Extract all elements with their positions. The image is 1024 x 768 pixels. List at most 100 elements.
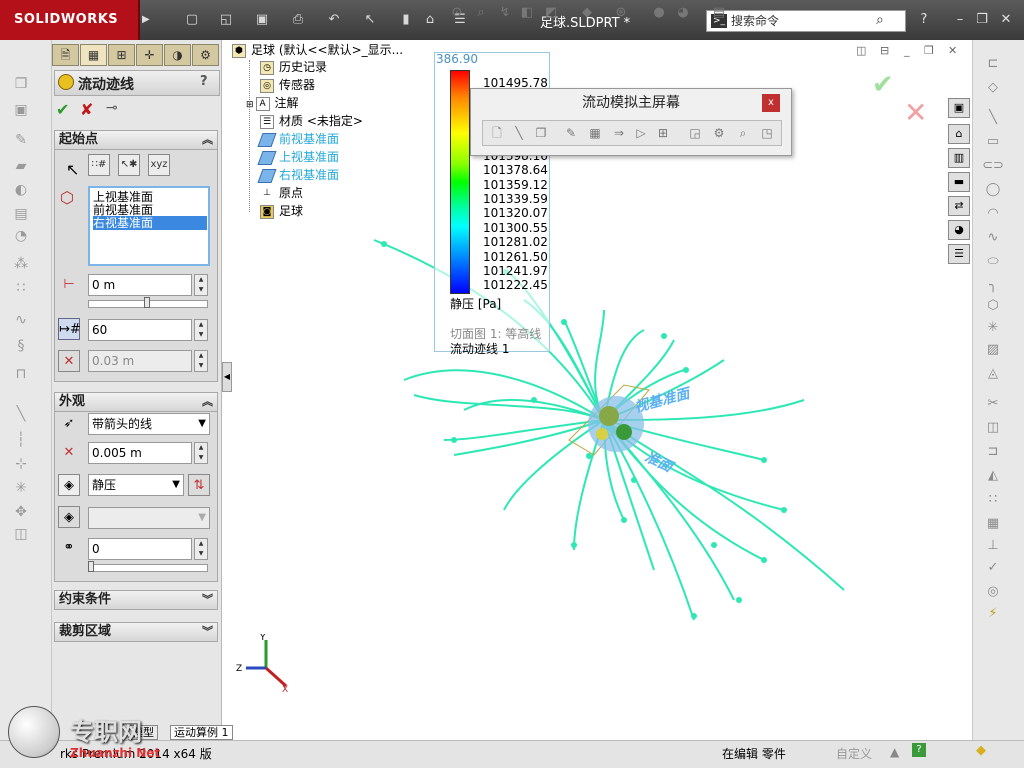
help-button[interactable]: ? xyxy=(200,74,208,89)
pattern-icon[interactable]: ⁂ xyxy=(12,256,30,272)
move-tool-icon[interactable]: ▦ xyxy=(982,516,1004,532)
explorer-tab-icon[interactable]: ▬ xyxy=(948,172,970,192)
home-tab-icon[interactable]: ⌂ xyxy=(948,124,970,144)
paste-icon[interactable]: ▣ xyxy=(12,102,30,118)
tree-item-history[interactable]: ◷ 历史记录 xyxy=(260,59,327,75)
mirror-tool-icon[interactable]: ◭ xyxy=(982,468,1004,484)
move-icon[interactable]: ✥ xyxy=(12,504,30,520)
line-width-stepper[interactable]: ▲ ▼ xyxy=(194,442,208,464)
polygon-tool-icon[interactable]: ⬡ xyxy=(982,298,1004,314)
view-settings-icon[interactable]: ▤ xyxy=(710,4,728,22)
xyz-points-button[interactable]: xyz xyxy=(148,154,170,176)
tag-icon[interactable]: ◆ xyxy=(976,743,986,758)
zoom-area-icon[interactable]: ⌕ xyxy=(472,4,490,22)
revolve-icon[interactable]: ◐ xyxy=(12,182,30,198)
open-icon[interactable]: ◱ xyxy=(216,11,236,29)
color-by-icon[interactable]: ◈ xyxy=(58,474,80,496)
play-icon[interactable]: ▷ xyxy=(632,124,650,142)
copy-icon[interactable]: ❐ xyxy=(12,76,30,92)
flow-icon[interactable]: ⚙ xyxy=(192,44,219,66)
mirror-icon[interactable]: ◫ xyxy=(12,526,30,542)
collapse-icon[interactable]: ︽ xyxy=(202,393,213,411)
extrude-icon[interactable]: ▰ xyxy=(12,158,30,174)
print-icon[interactable]: ⎙ xyxy=(288,11,308,29)
tab-motion-study[interactable]: 运动算例 1 xyxy=(170,725,233,740)
pattern-tool-icon[interactable]: ∷ xyxy=(982,492,1004,508)
scene-icon[interactable]: ◕ xyxy=(674,4,692,22)
window-icon[interactable]: ◳ xyxy=(758,124,776,142)
spline-tool-icon[interactable]: ∿ xyxy=(982,230,1004,246)
restore-icon[interactable]: ❐ xyxy=(972,11,992,29)
draw-style-combo[interactable]: 带箭头的线 ▼ xyxy=(88,413,210,435)
fillet-tool-icon[interactable]: ╮ xyxy=(982,278,1004,294)
expand-icon[interactable]: ︾ xyxy=(202,591,213,609)
tree-item-right-plane[interactable]: 右视基准面 xyxy=(257,167,339,183)
tree-item-material[interactable]: ☰ 材质 <未指定> xyxy=(260,113,363,129)
array-icon[interactable]: ∷ xyxy=(12,280,30,296)
spacing-field[interactable]: 0.03 m xyxy=(88,350,192,372)
close-icon[interactable]: x xyxy=(762,94,780,112)
arc-tool-icon[interactable]: ◠ xyxy=(982,206,1004,222)
save-icon[interactable]: ▣ xyxy=(252,11,272,29)
line-icon[interactable]: ╲ xyxy=(12,406,30,422)
star-icon[interactable]: ✳ xyxy=(12,480,30,496)
section-view-icon[interactable]: ◧ xyxy=(518,4,536,22)
second-color-icon[interactable]: ◈ xyxy=(58,506,80,528)
sketch-icon[interactable]: ✎ xyxy=(12,132,30,148)
quick-snap-icon[interactable]: ◎ xyxy=(982,584,1004,600)
slider-thumb[interactable] xyxy=(144,297,150,308)
custom-units[interactable]: 自定义 xyxy=(836,745,872,762)
help-icon[interactable]: ? xyxy=(914,11,934,29)
constraints-header[interactable]: 约束条件 ︾ xyxy=(54,590,218,610)
search-results-icon[interactable]: ⌕ xyxy=(734,124,752,142)
list-item[interactable]: 上视基准面 xyxy=(93,190,153,204)
viewport-min-icon[interactable]: _ xyxy=(904,44,910,57)
new-doc-icon[interactable]: 🗋 xyxy=(488,124,506,142)
rebuild-icon[interactable]: ▮ xyxy=(396,11,416,29)
appearance-header[interactable]: 外观 ︽ xyxy=(54,392,218,412)
repair-tool-icon[interactable]: ✓ xyxy=(982,560,1004,576)
relations-tool-icon[interactable]: ⊥ xyxy=(982,538,1004,554)
convert-tool-icon[interactable]: ◫ xyxy=(982,420,1004,436)
grid-icon[interactable]: ⊞ xyxy=(654,124,672,142)
curve-icon[interactable]: ∿ xyxy=(12,312,30,328)
viewport-split-icon[interactable]: ⊟ xyxy=(880,44,889,57)
cursor-icon[interactable]: ↖ xyxy=(66,160,79,179)
offset-stepper[interactable]: ▲ ▼ xyxy=(194,274,208,296)
offset-field[interactable]: 0 m xyxy=(88,274,192,296)
dimxpert-icon[interactable]: ✛ xyxy=(136,44,163,66)
menu-arrow-icon[interactable]: ▶ xyxy=(142,14,150,25)
pick-points-button[interactable]: ↖✱ xyxy=(118,154,140,176)
solidworks-logo[interactable]: SOLIDWORKS xyxy=(0,0,140,40)
tree-item-sensors[interactable]: ◎ 传感器 xyxy=(260,77,315,93)
dash-icon[interactable]: ┆ xyxy=(12,432,30,448)
undo-icon[interactable]: ↶ xyxy=(324,11,344,29)
slot-tool-icon[interactable]: ⊂⊃ xyxy=(982,158,1004,174)
tree-root[interactable]: ⬢ 足球 (默认<<默认>_显示... xyxy=(232,42,403,58)
ellipse-tool-icon[interactable]: ⬭ xyxy=(982,254,1004,270)
appearance-icon[interactable]: ● xyxy=(650,4,668,22)
reject-icon[interactable]: ✕ xyxy=(904,96,927,129)
viewport-close-icon[interactable]: ✕ xyxy=(948,44,957,57)
start-points-header[interactable]: 起始点 ︽ xyxy=(54,130,218,150)
search-icon[interactable]: ⌕ xyxy=(876,12,884,28)
grid-points-button[interactable]: ∷# xyxy=(88,154,110,176)
color-settings-icon[interactable]: ⇅ xyxy=(188,474,210,496)
property-icon[interactable]: ▦ xyxy=(80,44,107,66)
tree-item-front-plane[interactable]: 前视基准面 xyxy=(257,131,339,147)
export-icon[interactable]: ⇒ xyxy=(610,124,628,142)
help-status-icon[interactable]: ? xyxy=(912,743,926,757)
second-combo[interactable]: ▼ xyxy=(88,507,210,529)
chevron-down-icon[interactable]: ▼ xyxy=(198,414,206,434)
point-tool-icon[interactable]: ✳ xyxy=(982,320,1004,336)
slider-thumb[interactable] xyxy=(88,561,94,572)
circle-tool-icon[interactable]: ◯ xyxy=(982,182,1004,198)
point-count-stepper[interactable]: ▲ ▼ xyxy=(194,319,208,341)
plane-tool-icon[interactable]: ◬ xyxy=(982,366,1004,382)
library-tab-icon[interactable]: ▥ xyxy=(948,148,970,168)
new-icon[interactable]: ▢ xyxy=(182,11,202,29)
offset-tool-icon[interactable]: ⊐ xyxy=(982,444,1004,460)
helix-icon[interactable]: § xyxy=(12,338,30,354)
viewport-menu-icon[interactable]: ◫ xyxy=(856,44,866,57)
ok-button[interactable]: ✔ xyxy=(56,100,69,119)
